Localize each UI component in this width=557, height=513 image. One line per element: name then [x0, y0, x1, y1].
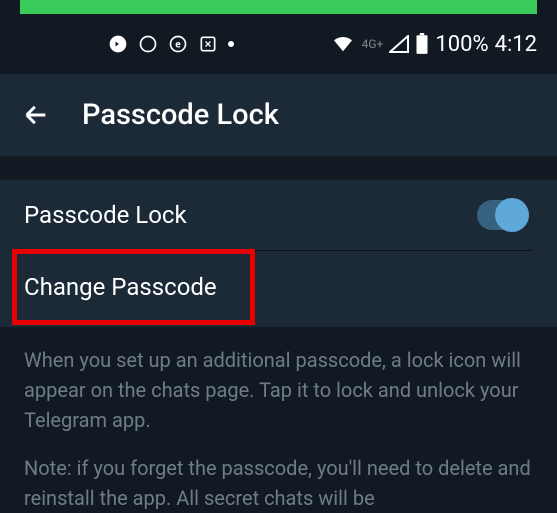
- signal-icon: [389, 35, 409, 53]
- passcode-lock-label: Passcode Lock: [24, 201, 187, 229]
- change-passcode-row[interactable]: Change Passcode: [0, 255, 557, 319]
- network-label: 4G+: [362, 37, 384, 51]
- app-bar: Passcode Lock: [0, 74, 557, 156]
- description-p1: When you set up an additional passcode, …: [24, 345, 533, 435]
- top-green-bar: [20, 0, 537, 14]
- svg-text:e: e: [175, 39, 181, 50]
- battery-percent: 100%: [435, 32, 488, 57]
- more-dot-icon: [228, 41, 234, 47]
- clock-time: 4:12: [495, 32, 537, 57]
- moon-icon: [138, 34, 158, 54]
- back-button[interactable]: [22, 101, 50, 129]
- battery-icon: [415, 33, 429, 55]
- description-text: When you set up an additional passcode, …: [0, 327, 557, 513]
- passcode-lock-row: Passcode Lock: [0, 180, 557, 250]
- wifi-icon: [332, 35, 354, 53]
- change-passcode-label: Change Passcode: [24, 273, 217, 301]
- doc-icon: [198, 34, 218, 54]
- description-p2: Note: if you forget the passcode, you'll…: [24, 453, 533, 513]
- sound-icon: [108, 34, 128, 54]
- page-title: Passcode Lock: [82, 98, 279, 132]
- e-icon: e: [168, 34, 188, 54]
- passcode-lock-toggle[interactable]: [477, 200, 529, 230]
- status-bar: e 4G+ 100% 4:12: [0, 14, 557, 74]
